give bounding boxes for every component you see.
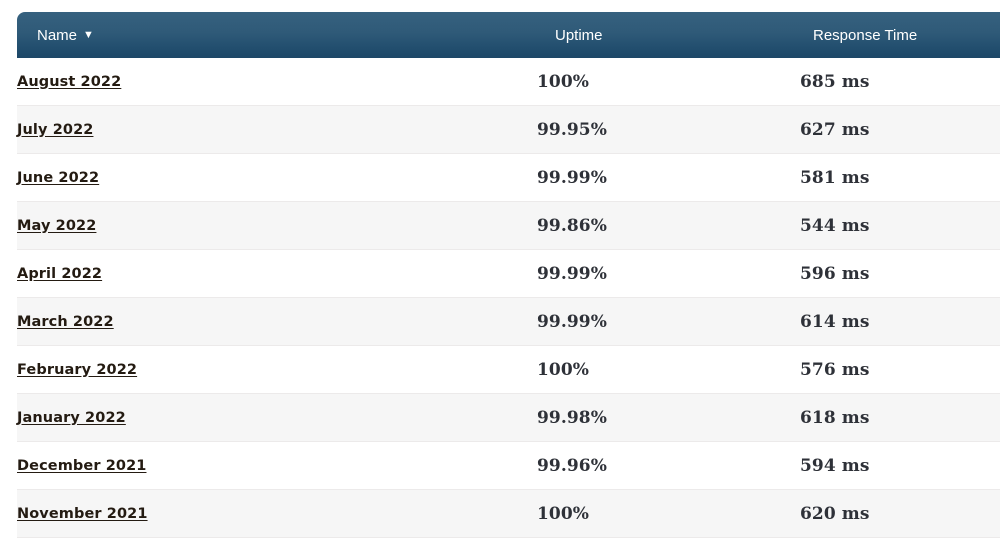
cell-response-time: 544 ms [800,201,1000,250]
cell-month: July 2022 [17,105,537,154]
cell-response-time: 581 ms [800,153,1000,202]
uptime-value: 99.99% [537,263,607,284]
response-time-value: 685 ms [800,71,870,92]
cell-response-time: 596 ms [800,249,1000,298]
response-time-value: 581 ms [800,167,870,188]
uptime-value: 99.99% [537,167,607,188]
cell-month: March 2022 [17,297,537,346]
month-link[interactable]: January 2022 [17,410,126,426]
table-row: May 2022 99.86% 544 ms [17,201,1000,250]
cell-month: December 2021 [17,441,537,490]
month-link[interactable]: April 2022 [17,266,102,282]
cell-response-time: 594 ms [800,441,1000,490]
month-link[interactable]: December 2021 [17,458,146,474]
month-link[interactable]: May 2022 [17,218,96,234]
uptime-value: 99.95% [537,119,607,140]
table-row: August 2022 100% 685 ms [17,58,1000,106]
cell-uptime: 99.99% [537,249,800,298]
column-header-response-time[interactable]: Response Time [800,12,1000,58]
cell-response-time: 627 ms [800,105,1000,154]
cell-uptime: 99.98% [537,393,800,442]
cell-month: August 2022 [17,58,537,106]
cell-month: November 2021 [17,489,537,538]
table-row: June 2022 99.99% 581 ms [17,153,1000,202]
response-time-value: 594 ms [800,455,870,476]
column-header-uptime[interactable]: Uptime [537,12,800,58]
uptime-history-table-container: Name ▼ Uptime Response Time August 2022 10… [17,12,1000,538]
uptime-value: 100% [537,503,590,524]
month-link[interactable]: November 2021 [17,506,148,522]
cell-month: February 2022 [17,345,537,394]
cell-uptime: 99.95% [537,105,800,154]
cell-response-time: 576 ms [800,345,1000,394]
table-row: July 2022 99.95% 627 ms [17,105,1000,154]
response-time-value: 544 ms [800,215,870,236]
uptime-value: 100% [537,359,590,380]
table-header: Name ▼ Uptime Response Time [17,12,1000,58]
table-row: November 2021 100% 620 ms [17,489,1000,538]
table-header-row: Name ▼ Uptime Response Time [17,12,1000,58]
table-body: August 2022 100% 685 ms July 2022 99.95% 627 … [17,58,1000,538]
cell-response-time: 620 ms [800,489,1000,538]
uptime-value: 99.99% [537,311,607,332]
uptime-value: 99.86% [537,215,607,236]
response-time-value: 620 ms [800,503,870,524]
table-row: April 2022 99.99% 596 ms [17,249,1000,298]
month-link[interactable]: March 2022 [17,314,114,330]
response-time-value: 618 ms [800,407,870,428]
cell-uptime: 99.99% [537,153,800,202]
response-time-value: 596 ms [800,263,870,284]
sort-descending-icon[interactable]: ▼ [83,29,94,41]
cell-month: January 2022 [17,393,537,442]
table-row: February 2022 100% 576 ms [17,345,1000,394]
column-header-uptime-label: Uptime [555,26,603,44]
response-time-value: 614 ms [800,311,870,332]
cell-month: April 2022 [17,249,537,298]
month-link[interactable]: August 2022 [17,74,121,90]
uptime-value: 99.98% [537,407,607,428]
cell-uptime: 100% [537,345,800,394]
cell-uptime: 100% [537,58,800,106]
response-time-value: 627 ms [800,119,870,140]
uptime-history-table: Name ▼ Uptime Response Time August 2022 10… [17,12,1000,538]
month-link[interactable]: February 2022 [17,362,137,378]
cell-month: May 2022 [17,201,537,250]
month-link[interactable]: June 2022 [17,170,99,186]
column-header-name-label: Name [37,26,78,44]
response-time-value: 576 ms [800,359,870,380]
uptime-value: 99.96% [537,455,607,476]
table-row: January 2022 99.98% 618 ms [17,393,1000,442]
table-row: March 2022 99.99% 614 ms [17,297,1000,346]
column-header-name[interactable]: Name ▼ [17,12,537,58]
cell-response-time: 614 ms [800,297,1000,346]
cell-uptime: 99.86% [537,201,800,250]
cell-response-time: 685 ms [800,58,1000,106]
column-header-response-time-label: Response Time [813,26,918,44]
cell-month: June 2022 [17,153,537,202]
table-row: December 2021 99.96% 594 ms [17,441,1000,490]
uptime-value: 100% [537,71,590,92]
cell-uptime: 99.96% [537,441,800,490]
cell-uptime: 100% [537,489,800,538]
cell-uptime: 99.99% [537,297,800,346]
month-link[interactable]: July 2022 [17,122,93,138]
cell-response-time: 618 ms [800,393,1000,442]
